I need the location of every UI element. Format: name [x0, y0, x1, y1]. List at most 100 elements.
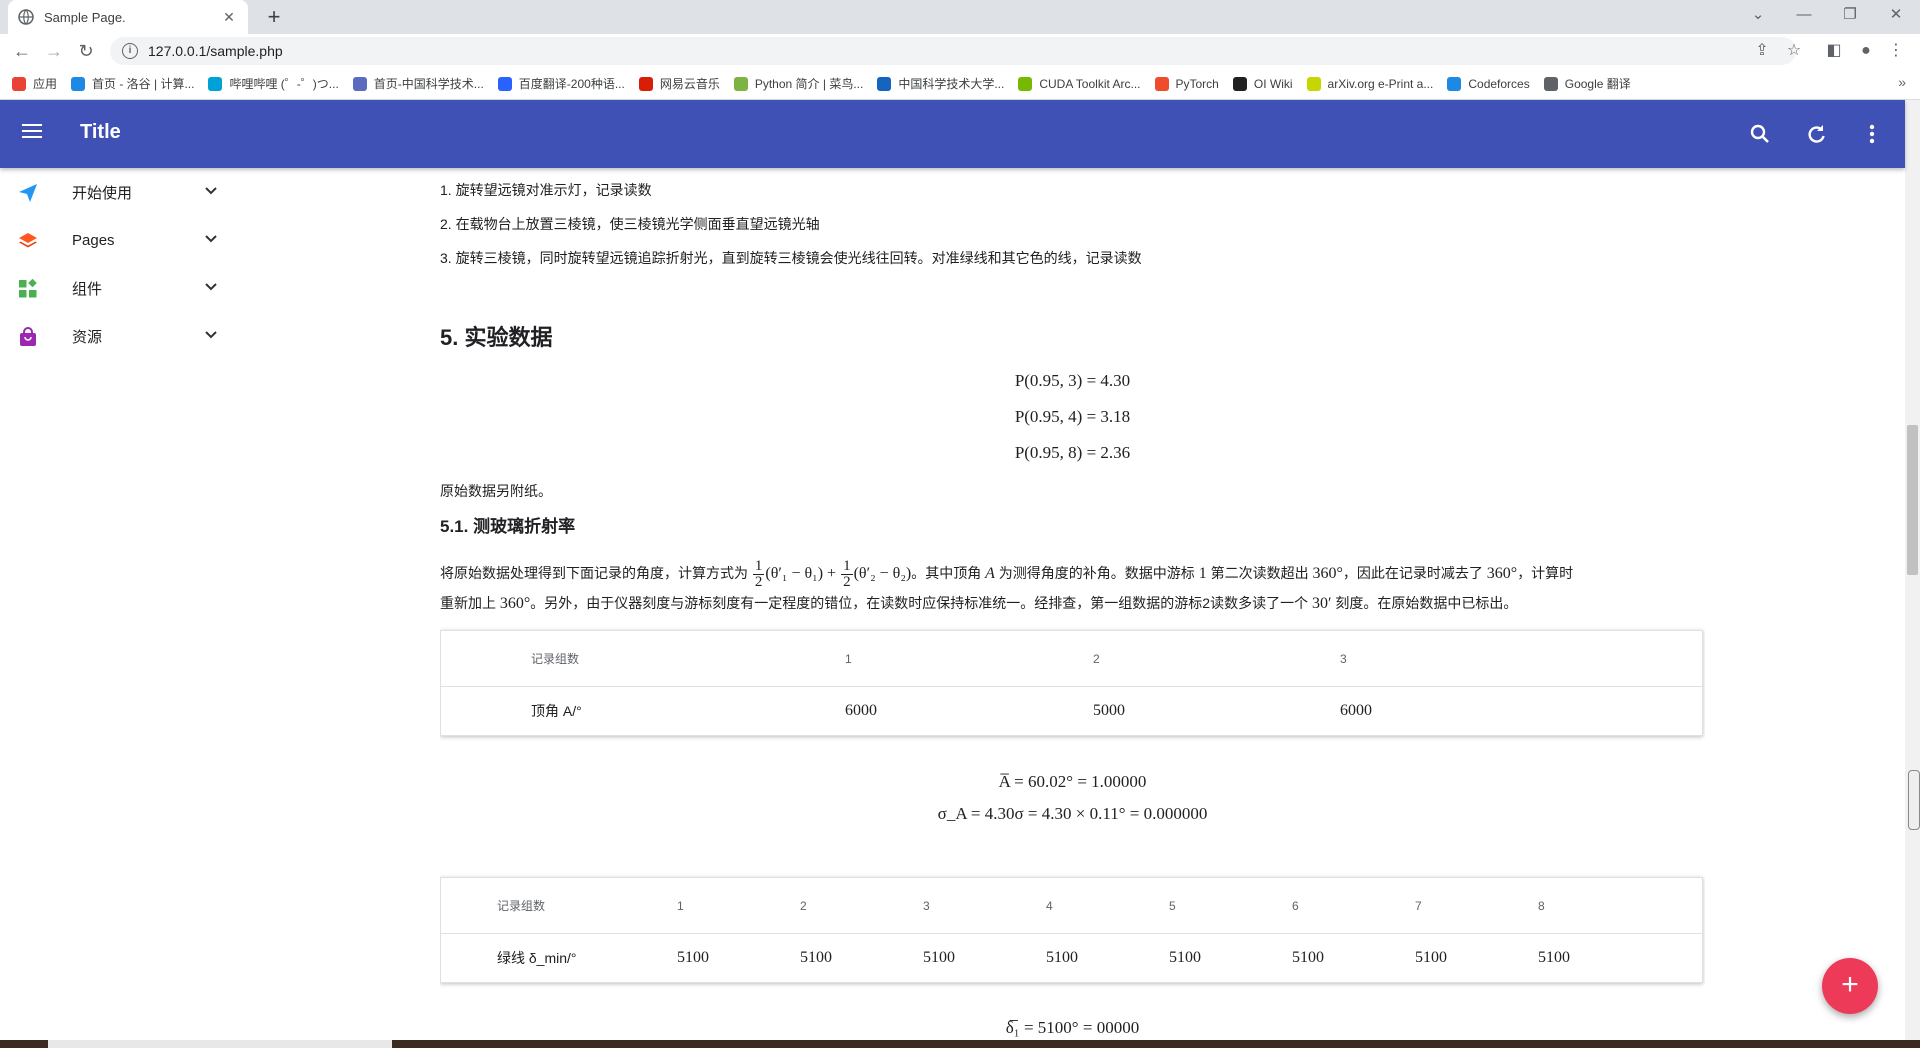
bookmark-label: 哔哩哔哩 (゜-゜)つ... — [229, 77, 339, 91]
tab-title: Sample Page. — [44, 9, 126, 25]
equation-a-mean: A̅ = 60.02° = 1.00000 — [998, 772, 1147, 791]
browser-tab-strip: Sample Page. ✕ + ⌄ — ❐ ✕ — [0, 0, 1920, 34]
table-cell: 5100 — [1292, 949, 1324, 966]
table-cell: 6000 — [1340, 702, 1372, 719]
paragraph-line-1: 将原始数据处理得到下面记录的角度，计算方式为 1 2 (θ′₁ − θ₁) + 12… — [440, 558, 1574, 590]
table-cell: 6000 — [845, 702, 877, 719]
bookmark-item[interactable]: 应用 — [12, 75, 57, 92]
equation-p2: P(0.95, 4) = 3.18 — [1014, 407, 1131, 426]
bookmark-star-icon[interactable]: ☆ — [1780, 37, 1808, 65]
bookmarks-bar: 应用 首页 - 洛谷 | 计算... 哔哩哔哩 (゜-゜)つ... 首页-中国科学技术… — [0, 68, 1920, 100]
table-row: 绿线 δ_min/° 5100 5100 5100 5100 5100 5100… — [441, 934, 1702, 982]
bookmark-label: 百度翻译-200种语... — [518, 77, 625, 91]
bookmark-item[interactable]: arXiv.org e-Print a... — [1306, 76, 1433, 91]
step-item: 3. 旋转三棱镜，同时旋转望远镜追踪折射光，直到旋转三棱镜会使光线往回转。对准绿… — [440, 250, 1142, 266]
chevron-down-icon — [205, 331, 217, 339]
add-fab-button[interactable]: + — [1822, 958, 1878, 1014]
bookmark-favicon-icon — [638, 76, 653, 91]
table-header-cell: 记录组数 — [497, 898, 546, 913]
bookmark-item[interactable]: 首页-中国科学技术... — [352, 75, 484, 92]
bookmark-item[interactable]: 网易云音乐 — [638, 75, 720, 92]
paragraph-line-2: 重新加上 360°。另外，由于仪器刻度与游标刻度有一定程度的错位，在读数时应保持… — [440, 595, 1518, 612]
profile-avatar-icon[interactable]: ● — [1852, 37, 1880, 65]
bookmark-label: PyTorch — [1175, 76, 1219, 91]
bookmarks-overflow-icon[interactable]: » — [1898, 74, 1906, 90]
bookmark-item[interactable]: Codeforces — [1447, 76, 1530, 91]
scrollbar-thumb[interactable] — [1907, 425, 1918, 575]
table-header-cell: 8 — [1538, 898, 1545, 913]
bookmark-item[interactable]: Google 翻译 — [1543, 75, 1631, 92]
taskbar-strip — [0, 1040, 1920, 1048]
sidebar-item-label: 资源 — [72, 328, 103, 346]
reload-icon[interactable]: ↻ — [72, 38, 100, 64]
new-tab-button[interactable]: + — [260, 4, 288, 30]
minimize-button[interactable]: — — [1781, 0, 1827, 34]
sidebar-item-pages[interactable]: Pages — [0, 216, 240, 264]
globe-icon — [18, 9, 34, 25]
browser-tab[interactable]: Sample Page. ✕ — [8, 0, 248, 34]
app-bar: Title — [0, 100, 1905, 168]
back-arrow-icon[interactable]: ← — [8, 38, 36, 64]
browser-menu-icon[interactable]: ⋮ — [1882, 37, 1910, 65]
address-bar[interactable]: i 127.0.0.1/sample.php — [110, 37, 1796, 65]
share-icon[interactable]: ⇪ — [1748, 37, 1776, 65]
table-header-cell: 2 — [1093, 651, 1100, 666]
table-header-cell: 5 — [1169, 898, 1176, 913]
bookmark-item[interactable]: 中国科学技术大学... — [877, 75, 1004, 92]
table-cell: 5100 — [1538, 949, 1570, 966]
fraction-half: 12 — [752, 558, 765, 590]
table-row-label: 顶角 A/° — [531, 703, 582, 719]
refresh-icon[interactable] — [1802, 120, 1830, 148]
bookmark-item[interactable]: 哔哩哔哩 (゜-゜)つ... — [208, 75, 339, 92]
menu-icon[interactable] — [18, 120, 46, 148]
bookmark-label: 网易云音乐 — [659, 77, 720, 91]
table-header-row: 记录组数 1 2 3 4 5 6 7 8 — [441, 878, 1702, 934]
equation-p1: P(0.95, 3) = 4.30 — [1014, 371, 1131, 390]
table-cell: 5100 — [1046, 949, 1078, 966]
tab-close-icon[interactable]: ✕ — [220, 9, 238, 26]
chevron-down-icon — [205, 283, 217, 291]
subsection-heading: 5.1. 测玻璃折射率 — [440, 517, 576, 536]
side-panel-icon[interactable]: ◧ — [1820, 37, 1848, 65]
bookmark-label: 应用 — [33, 77, 58, 91]
bookmark-label: 中国科学技术大学... — [898, 77, 1005, 91]
tab-search-chevron-icon[interactable]: ⌄ — [1735, 0, 1781, 34]
bookmark-item[interactable]: CUDA Toolkit Arc... — [1018, 76, 1141, 91]
bookmark-label: 首页 - 洛谷 | 计算... — [92, 77, 195, 91]
sidebar-item-getting-started[interactable]: 开始使用 — [0, 168, 240, 216]
restore-button[interactable]: ❐ — [1827, 0, 1873, 34]
table-header-cell: 7 — [1415, 898, 1422, 913]
forward-arrow-icon[interactable]: → — [40, 38, 68, 64]
close-window-button[interactable]: ✕ — [1873, 0, 1919, 34]
bookmark-favicon-icon — [208, 76, 223, 91]
search-icon[interactable] — [1746, 120, 1774, 148]
sidebar-item-components[interactable]: 组件 — [0, 264, 240, 312]
chevron-down-icon — [205, 235, 217, 243]
more-vert-icon[interactable] — [1858, 120, 1886, 148]
bookmark-item[interactable]: OI Wiki — [1232, 76, 1293, 91]
bookmark-item[interactable]: 首页 - 洛谷 | 计算... — [71, 75, 194, 92]
step-item: 1. 旋转望远镜对准示灯，记录读数 — [440, 182, 652, 198]
table-header-cell: 1 — [845, 651, 852, 666]
table-header-cell: 3 — [923, 898, 930, 913]
bookmark-favicon-icon — [71, 76, 86, 91]
bookmark-favicon-icon — [733, 76, 748, 91]
bookmark-label: Python 简介 | 菜鸟... — [754, 77, 864, 91]
table-header-row: 记录组数 1 2 3 — [441, 631, 1702, 687]
equation-p3: P(0.95, 8) = 2.36 — [1014, 443, 1131, 462]
bookmark-label: 首页-中国科学技术... — [373, 77, 484, 91]
bookmark-item[interactable]: 百度翻译-200种语... — [497, 75, 625, 92]
table-header-cell: 4 — [1046, 898, 1053, 913]
sidebar-item-resources[interactable]: 资源 — [0, 312, 240, 360]
site-info-icon[interactable]: i — [122, 43, 138, 59]
bookmark-item[interactable]: PyTorch — [1154, 76, 1219, 91]
table-header-cell: 3 — [1340, 651, 1347, 666]
section-heading: 5. 实验数据 — [440, 325, 553, 350]
bookmark-item[interactable]: Python 简介 | 菜鸟... — [733, 75, 864, 92]
table-header-cell: 1 — [677, 898, 684, 913]
bookmark-favicon-icon — [1232, 76, 1247, 91]
table-cell: 5100 — [677, 949, 709, 966]
table-header-cell: 2 — [800, 898, 807, 913]
raw-data-note: 原始数据另附纸。 — [440, 483, 552, 499]
bookmark-favicon-icon — [352, 76, 367, 91]
